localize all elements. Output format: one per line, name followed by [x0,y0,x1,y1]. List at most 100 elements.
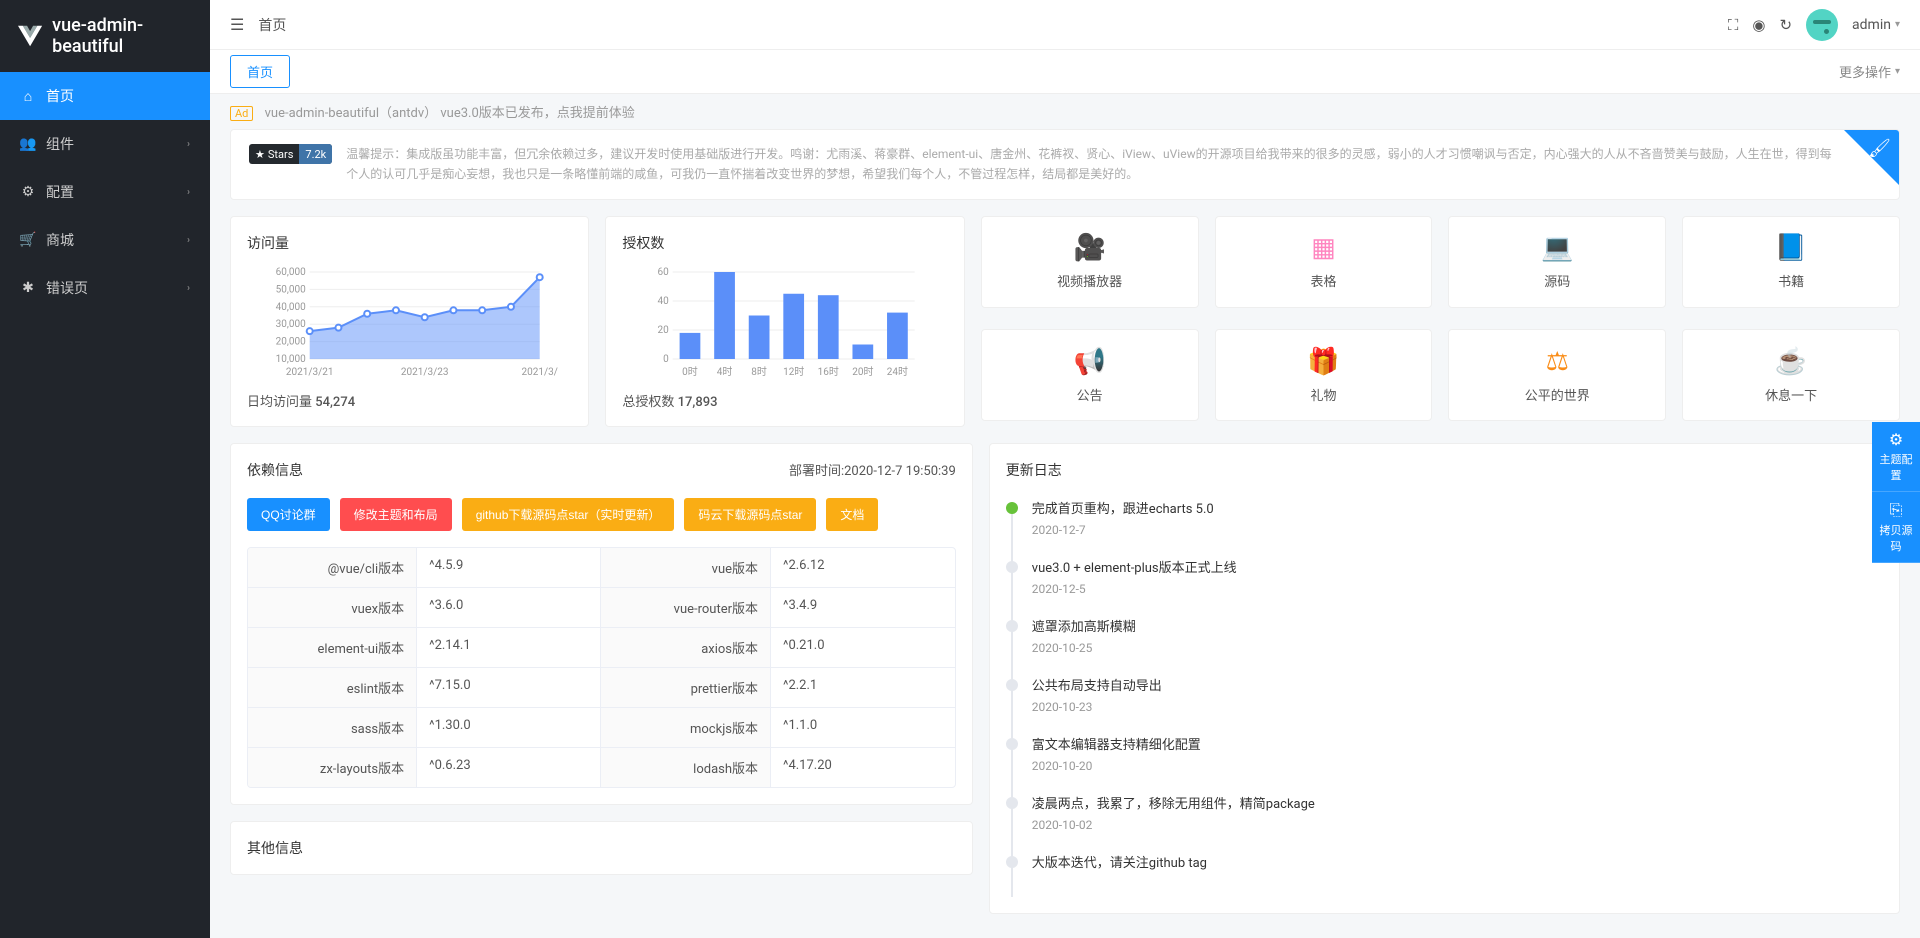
svg-text:20时: 20时 [853,366,874,377]
refresh-icon[interactable]: ↻ [1779,16,1792,34]
timeline-item: 公共布局支持自动导出2020-10-23 [1006,675,1883,734]
footer-label: 日均访问量 [247,395,312,410]
dep-cell: mockjs版本^1.1.0 [601,708,954,748]
chevron-down-icon: ▾ [1895,19,1900,30]
dep-cell: axios版本^0.21.0 [601,628,954,668]
fullscreen-icon[interactable]: ⛶ [1728,16,1739,34]
deps-card: 依赖信息 部署时间:2020-12-7 19:50:39 QQ讨论群修改主题和布… [230,443,973,805]
svg-text:2021/3/23: 2021/3/23 [401,367,449,377]
icon-card-icon: ▦ [1311,233,1336,263]
dep-cell: prettier版本^2.2.1 [601,668,954,708]
float-btn-0[interactable]: ⚙主题配置 [1872,422,1920,492]
icon-card-icon: 🎥 [1073,233,1105,263]
svg-text:60,000: 60,000 [276,267,306,278]
user-dropdown[interactable]: admin ▾ [1852,17,1900,33]
float-buttons: ⚙主题配置⎘拷贝源码 [1872,422,1920,563]
timeline-dot-icon [1006,856,1018,868]
github-stars-badge[interactable]: ★ Stars 7.2k [249,144,332,164]
icon-card-icon: ☕ [1775,347,1807,377]
ad-link[interactable]: vue-admin-beautiful（antdv） vue3.0版本已发布，点… [265,106,635,121]
chevron-right-icon: › [187,235,190,246]
dep-cell: zx-layouts版本^0.6.23 [248,748,601,787]
sidebar: vue-admin-beautiful ⌂首页👥组件›⚙配置›🛒商城›✱错误页› [0,0,210,938]
chart-title: 授权数 [622,233,947,253]
icon-card-0[interactable]: 🎥视频播放器 [981,216,1199,308]
notice-text: 温馨提示：集成版虽功能丰富，但冗余依赖过多，建议开发时使用基础版进行开发。鸣谢：… [346,144,1839,185]
deps-button-2[interactable]: github下载源码点star（实时更新） [462,498,675,531]
timeline-item: 富文本编辑器支持精细化配置2020-10-20 [1006,734,1883,793]
visits-chart-card: 访问量 10,00020,00030,00040,00050,00060,000… [230,216,589,427]
svg-text:50,000: 50,000 [276,284,306,295]
deps-table: @vue/cli版本^4.5.9vue版本^2.6.12vuex版本^3.6.0… [247,547,956,788]
auth-bar-chart: 0 20 40 60 0时 4时 8时 12时 16时 20时 24时 [622,267,947,377]
icon-card-1[interactable]: ▦表格 [1215,216,1433,308]
chevron-right-icon: › [187,283,190,294]
svg-text:40,000: 40,000 [276,302,306,313]
sidebar-item-0[interactable]: ⌂首页 [0,72,210,120]
deps-button-0[interactable]: QQ讨论群 [247,498,330,531]
float-btn-1[interactable]: ⎘拷贝源码 [1872,492,1920,563]
sidebar-item-2[interactable]: ⚙配置› [0,168,210,216]
svg-text:10,000: 10,000 [276,354,306,365]
timeline-item: 凌晨两点，我累了，移除无用组件，精简package2020-10-02 [1006,793,1883,852]
vue-logo-icon [18,24,42,48]
svg-text:24时: 24时 [887,366,908,377]
sidebar-item-1[interactable]: 👥组件› [0,120,210,168]
footer-value: 17,893 [678,395,718,410]
icon-card-7[interactable]: ☕休息一下 [1682,329,1900,421]
svg-text:12时: 12时 [783,366,804,377]
more-operations[interactable]: 更多操作 ▾ [1839,62,1900,81]
icon-card-3[interactable]: 📘书籍 [1682,216,1900,308]
timeline-dot-icon [1006,561,1018,573]
home-icon: ⌂ [20,88,36,104]
timeline-dot-icon [1006,738,1018,750]
users-icon: 👥 [20,136,36,152]
brand-logo[interactable]: vue-admin-beautiful [0,0,210,72]
svg-text:60: 60 [658,267,670,278]
deps-button-3[interactable]: 码云下载源码点star [684,498,816,531]
sidebar-item-4[interactable]: ✱错误页› [0,264,210,312]
svg-text:2021/3/21: 2021/3/21 [286,367,334,377]
bug-icon: ✱ [20,280,36,296]
footer-value: 54,274 [315,395,355,410]
ad-bar[interactable]: Ad vue-admin-beautiful（antdv） vue3.0版本已发… [230,94,1900,129]
icon-card-icon: 💻 [1541,233,1573,263]
svg-text:30,000: 30,000 [276,319,306,330]
other-info-title: 其他信息 [247,838,956,858]
icon-card-icon: ⚖ [1546,347,1569,377]
dep-cell: @vue/cli版本^4.5.9 [248,548,601,588]
hamburger-icon[interactable]: ☰ [230,15,244,34]
deps-button-4[interactable]: 文档 [826,498,878,531]
timeline-item: 遮罩添加高斯模糊2020-10-25 [1006,616,1883,675]
chevron-right-icon: › [187,139,190,150]
breadcrumb[interactable]: 首页 [258,15,286,35]
svg-text:20: 20 [658,325,670,336]
deps-title: 依赖信息 [247,460,303,480]
dep-cell: eslint版本^7.15.0 [248,668,601,708]
svg-text:40: 40 [658,296,670,307]
chevron-down-icon: ▾ [1895,66,1900,77]
chevron-right-icon: › [187,187,190,198]
globe-icon[interactable]: ◉ [1752,16,1765,34]
icon-card-4[interactable]: 📢公告 [981,329,1199,421]
avatar[interactable] [1806,9,1838,41]
icon-card-5[interactable]: 🎁礼物 [1215,329,1433,421]
timeline-dot-icon [1006,679,1018,691]
brush-icon[interactable]: 🖌 [1868,138,1891,159]
svg-text:0: 0 [663,354,669,365]
icon-card-2[interactable]: 💻源码 [1448,216,1666,308]
float-btn-icon: ⎘ [1876,500,1916,520]
deps-button-1[interactable]: 修改主题和布局 [340,498,452,531]
timeline-dot-icon [1006,797,1018,809]
svg-text:8时: 8时 [752,366,768,377]
deploy-time: 部署时间:2020-12-7 19:50:39 [789,460,956,479]
icon-card-6[interactable]: ⚖公平的世界 [1448,329,1666,421]
svg-text:0时: 0时 [683,366,699,377]
svg-text:4时: 4时 [717,366,733,377]
sidebar-menu: ⌂首页👥组件›⚙配置›🛒商城›✱错误页› [0,72,210,312]
changelog-title: 更新日志 [1006,460,1062,480]
tab-home[interactable]: 首页 [230,55,290,88]
deps-button-row: QQ讨论群修改主题和布局 github下载源码点star（实时更新） 码云下载源码点… [247,498,956,531]
sidebar-item-3[interactable]: 🛒商城› [0,216,210,264]
svg-text:16时: 16时 [818,366,839,377]
